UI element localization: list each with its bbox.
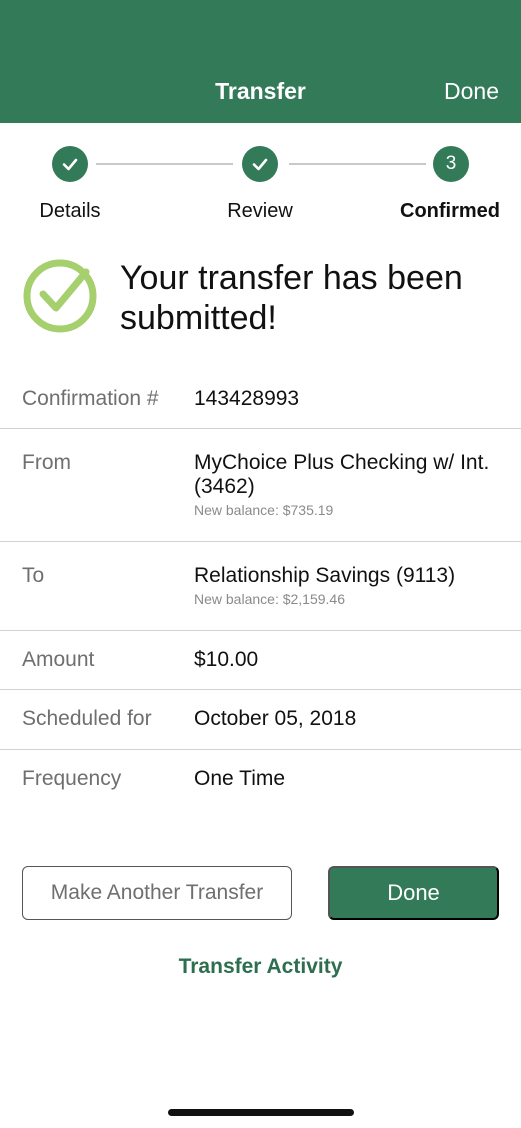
scheduled-label: Scheduled for: [22, 707, 152, 730]
home-indicator[interactable]: [168, 1109, 354, 1116]
page-title: Transfer: [215, 78, 306, 104]
success-banner: Your transfer has been submitted!: [22, 254, 502, 344]
frequency-label: Frequency: [22, 767, 122, 790]
from-label: From: [22, 451, 71, 474]
detail-row-scheduled: Scheduled for October 05, 2018: [0, 690, 521, 750]
app-header: Transfer Done: [0, 0, 521, 123]
to-account: Relationship Savings (9113): [194, 564, 456, 587]
step-details-label: Details: [39, 200, 101, 222]
to-label: To: [22, 564, 45, 587]
step-confirmed-marker: 3: [433, 146, 469, 182]
step-review-label: Review: [227, 200, 293, 222]
step-connector: [289, 163, 426, 165]
to-new-balance: New balance: $2,159.46: [194, 591, 345, 607]
detail-row-confirmation: Confirmation # 143428993: [0, 370, 521, 429]
transfer-activity-link[interactable]: Transfer Activity: [0, 955, 521, 979]
success-message: Your transfer has been submitted!: [120, 259, 463, 337]
check-icon: [252, 158, 268, 171]
transfer-details: Confirmation # 143428993 From MyChoice P…: [0, 370, 521, 810]
amount-label: Amount: [22, 648, 95, 671]
detail-row-from: From MyChoice Plus Checking w/ Int. (346…: [0, 429, 521, 542]
detail-row-to: To Relationship Savings (9113) New balan…: [0, 542, 521, 631]
scheduled-value: October 05, 2018: [194, 707, 357, 730]
step-confirmed-label: Confirmed: [400, 200, 500, 222]
header-done-button[interactable]: Done: [444, 78, 499, 105]
step-connector: [96, 163, 233, 165]
amount-value: $10.00: [194, 648, 259, 671]
done-button[interactable]: Done: [328, 866, 499, 920]
progress-stepper: 3 Details Review Confirmed: [0, 123, 521, 233]
check-circle-icon: [23, 259, 97, 333]
detail-row-amount: Amount $10.00: [0, 631, 521, 690]
detail-row-frequency: Frequency One Time: [0, 750, 521, 810]
confirmation-label: Confirmation #: [22, 387, 159, 410]
confirmation-value: 143428993: [194, 387, 300, 410]
step-details-marker: [52, 146, 88, 182]
make-another-transfer-button[interactable]: Make Another Transfer: [22, 866, 292, 920]
to-value-block: Relationship Savings (9113) New balance:…: [194, 564, 499, 608]
check-icon: [62, 158, 78, 171]
step-review-marker: [242, 146, 278, 182]
from-value-block: MyChoice Plus Checking w/ Int. (3462) Ne…: [194, 451, 499, 519]
from-new-balance: New balance: $735.19: [194, 502, 334, 518]
from-account: MyChoice Plus Checking w/ Int. (3462): [194, 451, 490, 498]
frequency-value: One Time: [194, 767, 286, 790]
